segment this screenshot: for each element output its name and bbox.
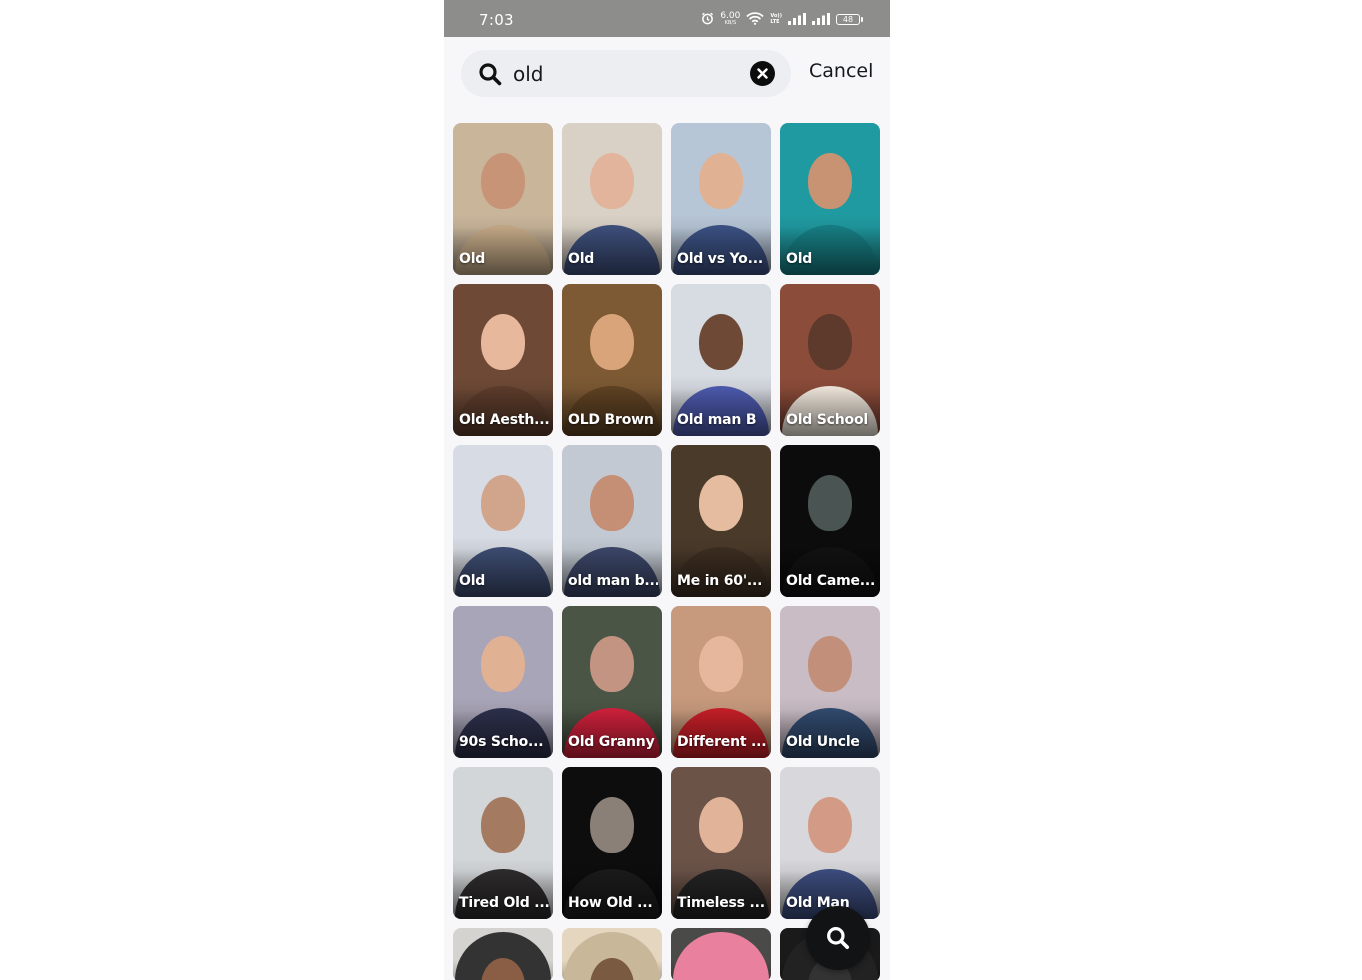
volte-indicator: Vo)) LTE: [770, 13, 782, 25]
tile-thumbnail-face: [808, 636, 852, 692]
lens-tile[interactable]: Old vs Yo...: [671, 123, 771, 275]
lens-tile[interactable]: [671, 928, 771, 980]
volte-bottom: LTE: [770, 19, 780, 25]
lens-tile-label: Old School: [786, 412, 868, 428]
lens-tile-label: Old Aesth...: [459, 412, 549, 428]
search-bar[interactable]: [461, 50, 791, 97]
search-input[interactable]: [513, 60, 733, 88]
lens-tile-label: old man b...: [568, 573, 658, 589]
lens-tile-label: Different ...: [677, 734, 767, 750]
results-grid: Old Old Old vs Yo... Old Old Aesth... OLD Bro…: [453, 123, 881, 980]
tile-thumbnail-face: [481, 475, 525, 531]
lens-tile[interactable]: OLD Brown: [562, 284, 662, 436]
tile-thumbnail-face: [699, 797, 743, 853]
lens-tile-label: Old: [568, 251, 595, 267]
lens-tile-label: Tired Old ...: [459, 895, 549, 911]
lens-tile-label: Old: [459, 573, 486, 589]
lens-tile-label: Old: [786, 251, 813, 267]
search-icon: [827, 927, 850, 950]
search-icon: [478, 62, 502, 86]
lens-tile[interactable]: Old Came...: [780, 445, 880, 597]
signal-icon: [788, 10, 806, 29]
tile-thumbnail-face: [481, 636, 525, 692]
network-speed: 6.00 KB/S: [720, 11, 741, 27]
lens-tile-label: How Old ...: [568, 895, 653, 911]
lens-tile[interactable]: Timeless ...: [671, 767, 771, 919]
lens-tile-label: Me in 60'...: [677, 573, 763, 589]
lens-tile-label: OLD Brown: [568, 412, 654, 428]
lens-tile[interactable]: Old Man: [780, 767, 880, 919]
alarm-icon: [701, 10, 714, 29]
tile-thumbnail-face: [481, 314, 525, 370]
status-bar: 7:03 6.00 KB/S Vo)) LTE 48: [444, 0, 890, 37]
app-screen: 7:03 6.00 KB/S Vo)) LTE 48 old Cancel Ol…: [444, 0, 890, 980]
tile-thumbnail-face: [699, 314, 743, 370]
tile-thumbnail-face: [590, 475, 634, 531]
lens-tile-label: 90s Scho...: [459, 734, 544, 750]
lens-tile[interactable]: [453, 928, 553, 980]
wifi-icon: [746, 10, 765, 29]
lens-tile[interactable]: Tired Old ...: [453, 767, 553, 919]
lens-tile-label: Old Granny: [568, 734, 655, 750]
lens-tile[interactable]: Me in 60'...: [671, 445, 771, 597]
tile-thumbnail-face: [699, 153, 743, 209]
lens-tile[interactable]: Different ...: [671, 606, 771, 758]
network-speed-unit: KB/S: [724, 20, 737, 26]
lens-tile-label: Old Uncle: [786, 734, 860, 750]
cancel-button[interactable]: Cancel: [809, 60, 873, 82]
lens-tile[interactable]: [562, 928, 662, 980]
lens-tile[interactable]: Old: [453, 123, 553, 275]
tile-thumbnail-face: [699, 636, 743, 692]
tile-thumbnail-face: [590, 153, 634, 209]
tile-thumbnail-face: [808, 153, 852, 209]
status-time: 7:03: [479, 11, 514, 29]
tile-thumbnail-face: [590, 636, 634, 692]
lens-tile[interactable]: Old Granny: [562, 606, 662, 758]
lens-tile-label: Timeless ...: [677, 895, 765, 911]
lens-tile-label: Old Came...: [786, 573, 876, 589]
lens-tile[interactable]: Old man B: [671, 284, 771, 436]
tile-thumbnail-face: [808, 797, 852, 853]
network-speed-value: 6.00: [720, 11, 741, 21]
lens-tile-label: Old man B: [677, 412, 757, 428]
status-icons: 6.00 KB/S Vo)) LTE 48: [701, 10, 863, 29]
close-icon: [757, 68, 768, 79]
tile-thumbnail-face: [699, 475, 743, 531]
lens-tile[interactable]: Old Uncle: [780, 606, 880, 758]
signal-icon-2: [812, 10, 830, 29]
tile-thumbnail-face: [481, 797, 525, 853]
tile-thumbnail-face: [481, 153, 525, 209]
battery-icon: 48: [836, 13, 863, 25]
lens-tile[interactable]: Old: [562, 123, 662, 275]
tile-thumbnail-face: [590, 314, 634, 370]
lens-tile[interactable]: Old: [780, 123, 880, 275]
lens-tile[interactable]: Old: [453, 445, 553, 597]
tile-thumbnail-face: [808, 314, 852, 370]
clear-search-button[interactable]: [750, 61, 775, 86]
tile-thumbnail-face: [590, 797, 634, 853]
battery-level: 48: [842, 14, 854, 24]
lens-tile-label: Old vs Yo...: [677, 251, 763, 267]
lens-tile[interactable]: 90s Scho...: [453, 606, 553, 758]
lens-tile[interactable]: How Old ...: [562, 767, 662, 919]
lens-tile[interactable]: Old School: [780, 284, 880, 436]
lens-tile[interactable]: old man b...: [562, 445, 662, 597]
tile-thumbnail-face: [808, 475, 852, 531]
lens-tile-label: Old: [459, 251, 486, 267]
search-fab-button[interactable]: [806, 906, 870, 970]
lens-tile[interactable]: Old Aesth...: [453, 284, 553, 436]
